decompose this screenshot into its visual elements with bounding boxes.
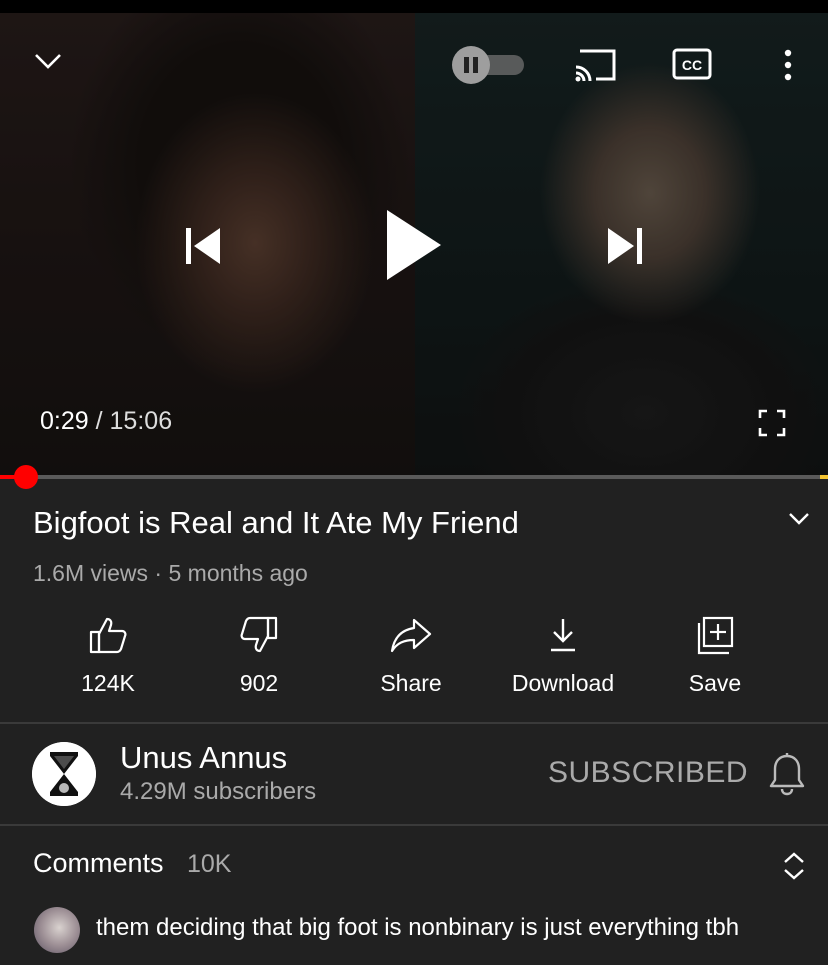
chevron-down-icon[interactable] [30,47,66,75]
save-button[interactable]: Save [640,612,790,697]
progress-scrubber[interactable] [14,465,38,489]
save-playlist-icon [695,612,735,658]
cast-icon[interactable] [574,47,618,83]
avatar[interactable] [34,907,80,953]
video-title[interactable]: Bigfoot is Real and It Ate My Friend [33,505,519,541]
subscriber-count: 4.29M subscribers [120,778,317,805]
more-vert-icon[interactable] [778,49,798,81]
download-button[interactable]: Download [488,612,638,697]
skip-previous-icon[interactable] [180,225,224,267]
comments-heading[interactable]: Comments [33,848,164,879]
dislike-count: 902 [239,670,279,696]
download-label: Download [511,670,615,696]
subscribe-button[interactable]: SUBSCRIBED [548,756,748,790]
thumb-up-icon [88,612,128,658]
video-player[interactable]: CC 0:29 / 15:06 [0,13,828,475]
channel-name[interactable]: Unus Annus [120,740,287,776]
avatar[interactable] [32,742,96,806]
divider [0,722,828,724]
play-icon[interactable] [384,207,444,283]
chevron-down-icon[interactable] [786,510,812,533]
time-display: 0:29 / 15:06 [40,407,172,436]
fullscreen-icon[interactable] [756,407,788,439]
thumb-down-icon [239,612,279,658]
save-label: Save [688,670,742,696]
duration: 15:06 [109,407,173,435]
divider [0,824,828,826]
skip-next-icon[interactable] [604,225,648,267]
like-count: 124K [81,670,135,696]
progress-marker [820,475,828,479]
top-comment[interactable]: them deciding that big foot is nonbinary… [96,914,739,942]
download-icon [548,612,578,658]
time-separator: / [95,407,103,435]
status-bar [0,0,828,13]
progress-bar[interactable] [0,465,828,489]
share-button[interactable]: Share [336,612,486,697]
video-meta: 1.6M views · 5 months ago [33,560,308,586]
share-label: Share [380,670,442,696]
current-time: 0:29 [40,407,89,435]
bell-icon[interactable] [768,752,806,801]
unfold-icon[interactable] [780,850,808,887]
share-icon [390,612,432,658]
action-bar: 124K 902 Share Download Save [0,612,828,712]
autoplay-toggle-icon[interactable] [450,45,526,85]
like-button[interactable]: 124K [33,612,183,697]
dislike-button[interactable]: 902 [184,612,334,697]
captions-icon[interactable]: CC [672,47,712,81]
comments-count: 10K [187,850,232,878]
svg-text:CC: CC [682,57,702,73]
